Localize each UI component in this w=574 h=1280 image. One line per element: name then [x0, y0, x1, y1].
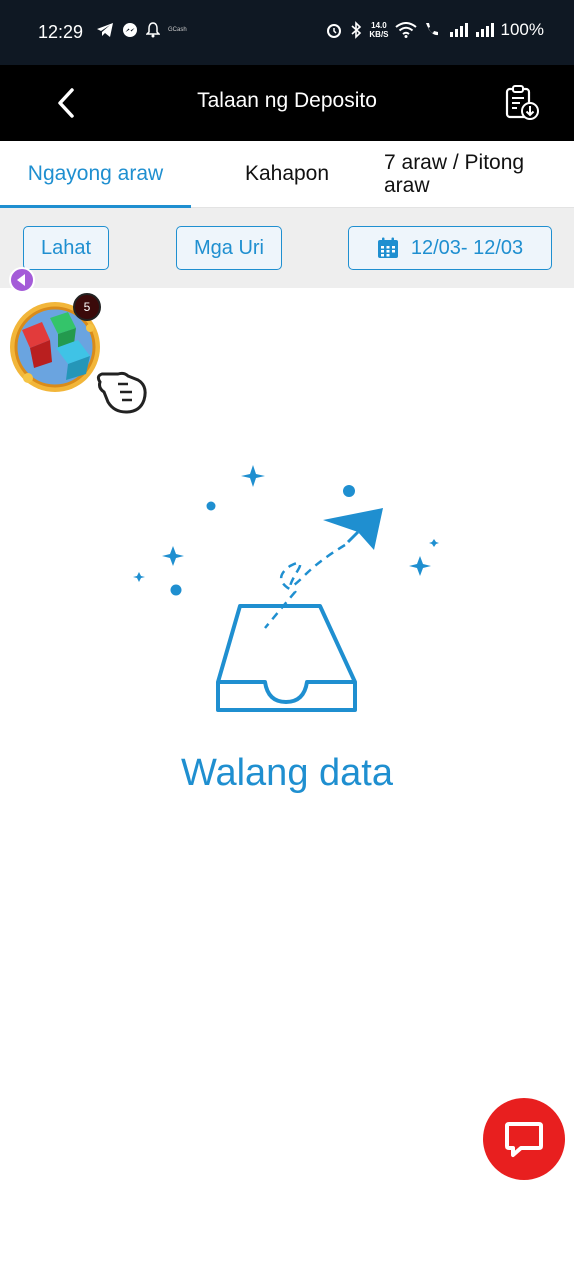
battery-level: 100%: [500, 20, 544, 39]
app-header: Talaan ng Deposito: [0, 65, 574, 141]
page-title: Talaan ng Deposito: [197, 89, 377, 112]
bell-icon: [146, 22, 160, 38]
tab-today[interactable]: Ngayong araw: [0, 141, 191, 208]
status-bar: 12:29 GCash 14.0 KB/S 100%: [0, 0, 574, 65]
pointing-hand-icon: [96, 371, 147, 414]
status-time: 12:29: [38, 22, 84, 42]
wifi-icon: [394, 22, 417, 38]
collapse-arrow-button[interactable]: [9, 267, 35, 293]
signal-icon: [449, 23, 468, 37]
date-range-text: 12/03- 12/03: [410, 236, 524, 259]
tab-yesterday[interactable]: Kahapon: [191, 141, 383, 207]
types-filter-button[interactable]: Mga Uri: [176, 226, 282, 270]
clipboard-download-icon[interactable]: [502, 83, 542, 123]
date-tabs: Ngayong araw Kahapon 7 araw / Pitong ara…: [0, 141, 574, 208]
gcash-label: GCash: [168, 27, 187, 33]
triangle-left-icon: [17, 274, 25, 286]
bluetooth-icon: [351, 21, 362, 39]
signal-icon-2: [475, 23, 494, 37]
system-icons: 14.0 KB/S 100%: [325, 20, 544, 40]
network-speed: 14.0 KB/S: [369, 21, 389, 39]
telegram-icon: [97, 23, 113, 37]
notification-badge: 5: [73, 293, 101, 321]
chat-bubble-icon: [505, 1122, 543, 1157]
wifi-calling-icon: [425, 23, 438, 36]
deposit-history-page: 12:29 GCash 14.0 KB/S 100% Talaan ng Dep…: [0, 0, 574, 1280]
live-chat-button[interactable]: [483, 1098, 565, 1180]
empty-state-text: Walang data: [181, 752, 393, 794]
empty-inbox-illustration: [133, 465, 439, 712]
tab-seven-days[interactable]: 7 araw / Pitong araw: [384, 141, 564, 207]
alarm-icon: [327, 24, 342, 38]
all-filter-button[interactable]: Lahat: [23, 226, 109, 270]
calendar-icon: [377, 237, 398, 258]
date-range-button[interactable]: 12/03- 12/03: [348, 226, 552, 270]
messenger-icon: [123, 23, 137, 37]
notification-icons: GCash: [96, 22, 187, 38]
filter-bar: Lahat Mga Uri 12/03- 12/03: [0, 208, 574, 288]
